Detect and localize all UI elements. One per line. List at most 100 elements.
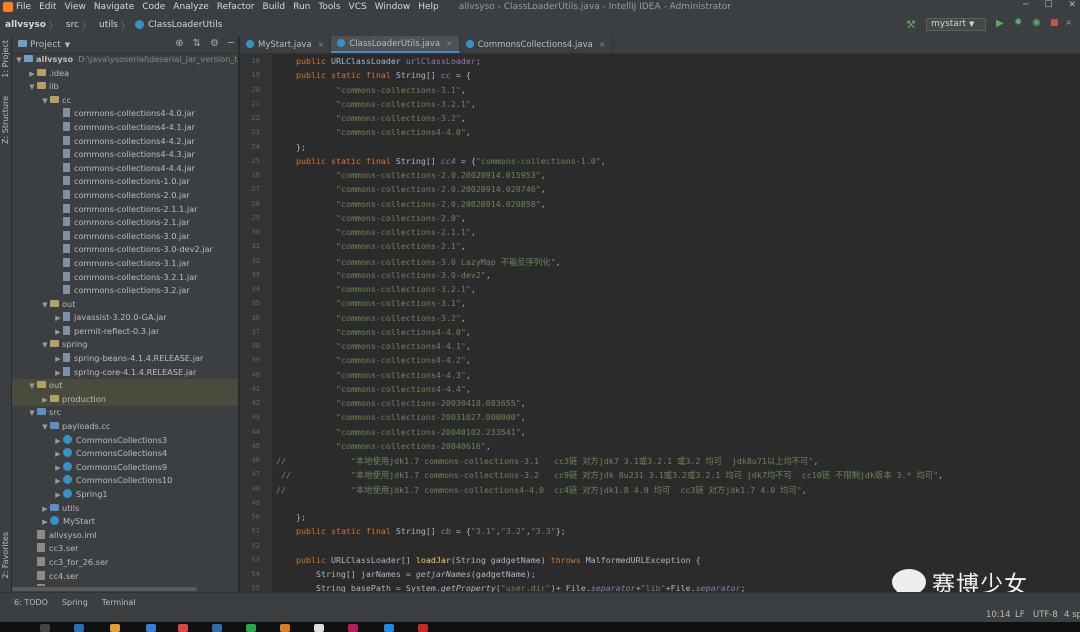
menu-item-window[interactable]: Window [375, 2, 411, 12]
project-tool-button[interactable]: 1: Project [1, 40, 10, 78]
hide-icon[interactable]: ─ [228, 38, 234, 49]
search-icon[interactable]: ⌕ [1066, 17, 1072, 28]
tree-item[interactable]: ▶ CommonsCollections3 [12, 434, 238, 448]
editor-tab[interactable]: CommonsCollections4.java × [460, 36, 613, 53]
tree-item[interactable]: commons-collections-2.1.1.jar [12, 203, 238, 217]
tree-item[interactable]: ▼ out [12, 298, 238, 312]
collapsed-arrow-icon[interactable]: ▶ [53, 435, 63, 449]
editor-tab[interactable]: ClassLoaderUtils.java × [331, 36, 460, 53]
tree-item[interactable]: ▼ allvsyso D:\java\ysoserial\deserial_jar_… [12, 53, 238, 67]
code-editor[interactable]: public URLClassLoader urlClassLoader; pu… [272, 54, 1080, 592]
line-separator[interactable]: LF [1015, 610, 1025, 620]
expanded-arrow-icon[interactable]: ▼ [27, 407, 37, 421]
debug-icon[interactable]: ✹ [1014, 17, 1022, 28]
tree-item[interactable]: commons-collections4-4.4.jar [12, 162, 238, 176]
tree-item[interactable]: ▼ payloads.cc [12, 420, 238, 434]
taskbar-app-icon[interactable] [418, 624, 428, 632]
taskbar-app-icon[interactable] [246, 624, 256, 632]
favorites-tool-button[interactable]: 2: Favorites [1, 532, 10, 578]
tree-item[interactable]: cc3_for_26.ser [12, 556, 238, 570]
close-tab-icon[interactable]: × [446, 39, 453, 48]
menu-item-code[interactable]: Code [142, 2, 165, 12]
tree-item[interactable]: commons-collections-2.1.jar [12, 216, 238, 230]
collapsed-arrow-icon[interactable]: ▶ [40, 503, 50, 517]
gear-icon[interactable]: ⚙ [210, 38, 219, 49]
tree-item[interactable]: commons-collections4-4.1.jar [12, 121, 238, 135]
taskbar-app-icon[interactable] [110, 624, 120, 632]
collapsed-arrow-icon[interactable]: ▶ [40, 516, 50, 530]
tree-item[interactable]: commons-collections-1.0.jar [12, 175, 238, 189]
scrollbar-thumb[interactable] [12, 587, 197, 591]
tree-item[interactable]: ▼ lib [12, 80, 238, 94]
editor-tab[interactable]: MyStart.java × [240, 36, 332, 53]
tree-item[interactable]: ▶ utils [12, 502, 238, 516]
menu-item-run[interactable]: Run [293, 2, 310, 12]
taskbar-app-icon[interactable] [348, 624, 358, 632]
tree-item[interactable]: commons-collections4-4.0.jar [12, 107, 238, 121]
menu-item-edit[interactable]: Edit [39, 2, 56, 12]
tree-item[interactable]: ▶ production [12, 392, 238, 408]
tree-item[interactable]: ▶ MyStart [12, 515, 238, 529]
expanded-arrow-icon[interactable]: ▼ [27, 81, 37, 95]
tree-item[interactable]: ▶ Spring1 [12, 488, 238, 502]
taskbar-app-icon[interactable] [146, 624, 156, 632]
tree-item[interactable]: ▼ cc [12, 94, 238, 108]
menu-item-build[interactable]: Build [263, 2, 286, 12]
indent-setting[interactable]: 4 sp [1064, 610, 1080, 620]
tree-item[interactable]: ▶ CommonsCollections4 [12, 447, 238, 461]
tree-item[interactable]: commons-collections-3.2.jar [12, 284, 238, 298]
menu-item-help[interactable]: Help [418, 2, 439, 12]
collapsed-arrow-icon[interactable]: ▶ [40, 394, 50, 408]
expanded-arrow-icon[interactable]: ▼ [40, 421, 50, 435]
menu-item-file[interactable]: File [16, 2, 31, 12]
maximize-icon[interactable]: ☐ [1044, 0, 1052, 10]
stop-icon[interactable]: ■ [1050, 18, 1059, 28]
tree-item[interactable]: commons-collections-3.0-dev2.jar [12, 243, 238, 257]
breadcrumb-utils[interactable]: utils [99, 20, 118, 30]
collapsed-arrow-icon[interactable]: ▶ [53, 489, 63, 503]
taskbar-app-icon[interactable] [178, 624, 188, 632]
expanded-arrow-icon[interactable]: ▼ [40, 95, 50, 109]
collapsed-arrow-icon[interactable]: ▶ [53, 326, 63, 340]
menu-item-vcs[interactable]: VCS [349, 2, 367, 12]
taskbar-app-icon[interactable] [280, 624, 290, 632]
tree-item[interactable]: ▶ CommonsCollections10 [12, 474, 238, 488]
close-icon[interactable]: ✕ [1068, 0, 1076, 10]
breadcrumb-src[interactable]: src [66, 20, 79, 30]
build-hammer-icon[interactable]: ⚒ [906, 18, 916, 31]
tree-item[interactable]: cc4.ser [12, 570, 238, 584]
breadcrumb-class[interactable]: ClassLoaderUtils [148, 20, 222, 30]
collapsed-arrow-icon[interactable]: ▶ [53, 367, 63, 381]
menu-item-analyze[interactable]: Analyze [173, 2, 208, 12]
project-panel-title[interactable]: Project [30, 40, 61, 50]
collapse-icon[interactable]: ⇅ [193, 38, 201, 49]
tree-item[interactable]: ▶ CommonsCollections9 [12, 461, 238, 475]
menu-item-view[interactable]: View [65, 2, 86, 12]
expanded-arrow-icon[interactable]: ▼ [14, 54, 24, 68]
coverage-icon[interactable]: ◉ [1032, 17, 1041, 28]
tree-item[interactable]: commons-collections4-4.3.jar [12, 148, 238, 162]
taskbar-app-icon[interactable] [314, 624, 324, 632]
tree-item[interactable]: ▶ javassist-3.20.0-GA.jar [12, 311, 238, 325]
close-tab-icon[interactable]: × [318, 40, 325, 49]
tree-item[interactable]: commons-collections4-4.2.jar [12, 135, 238, 149]
menu-item-navigate[interactable]: Navigate [94, 2, 134, 12]
tree-item[interactable]: commons-collections-3.0.jar [12, 230, 238, 244]
tree-item[interactable]: commons-collections-2.0.jar [12, 189, 238, 203]
tree-item[interactable]: allvsyso.iml [12, 529, 238, 543]
tree-item[interactable]: ▶ .idea [12, 67, 238, 81]
tree-item[interactable]: commons-collections-3.1.jar [12, 257, 238, 271]
spring-tool-button[interactable]: Spring [62, 598, 88, 607]
collapsed-arrow-icon[interactable]: ▶ [53, 448, 63, 462]
taskbar-app-icon[interactable] [212, 624, 222, 632]
menu-item-refactor[interactable]: Refactor [217, 2, 255, 12]
tree-item[interactable]: cc3.ser [12, 542, 238, 556]
tree-item[interactable]: ▶ spring-beans-4.1.4.RELEASE.jar [12, 352, 238, 366]
collapsed-arrow-icon[interactable]: ▶ [27, 68, 37, 82]
expanded-arrow-icon[interactable]: ▼ [40, 339, 50, 353]
breadcrumb-project[interactable]: allvsyso [5, 20, 46, 30]
tree-item[interactable]: ▶ permit-reflect-0.3.jar [12, 325, 238, 339]
tree-item[interactable]: ▼ src [12, 406, 238, 420]
taskbar-app-icon[interactable] [384, 624, 394, 632]
close-tab-icon[interactable]: × [599, 40, 606, 49]
